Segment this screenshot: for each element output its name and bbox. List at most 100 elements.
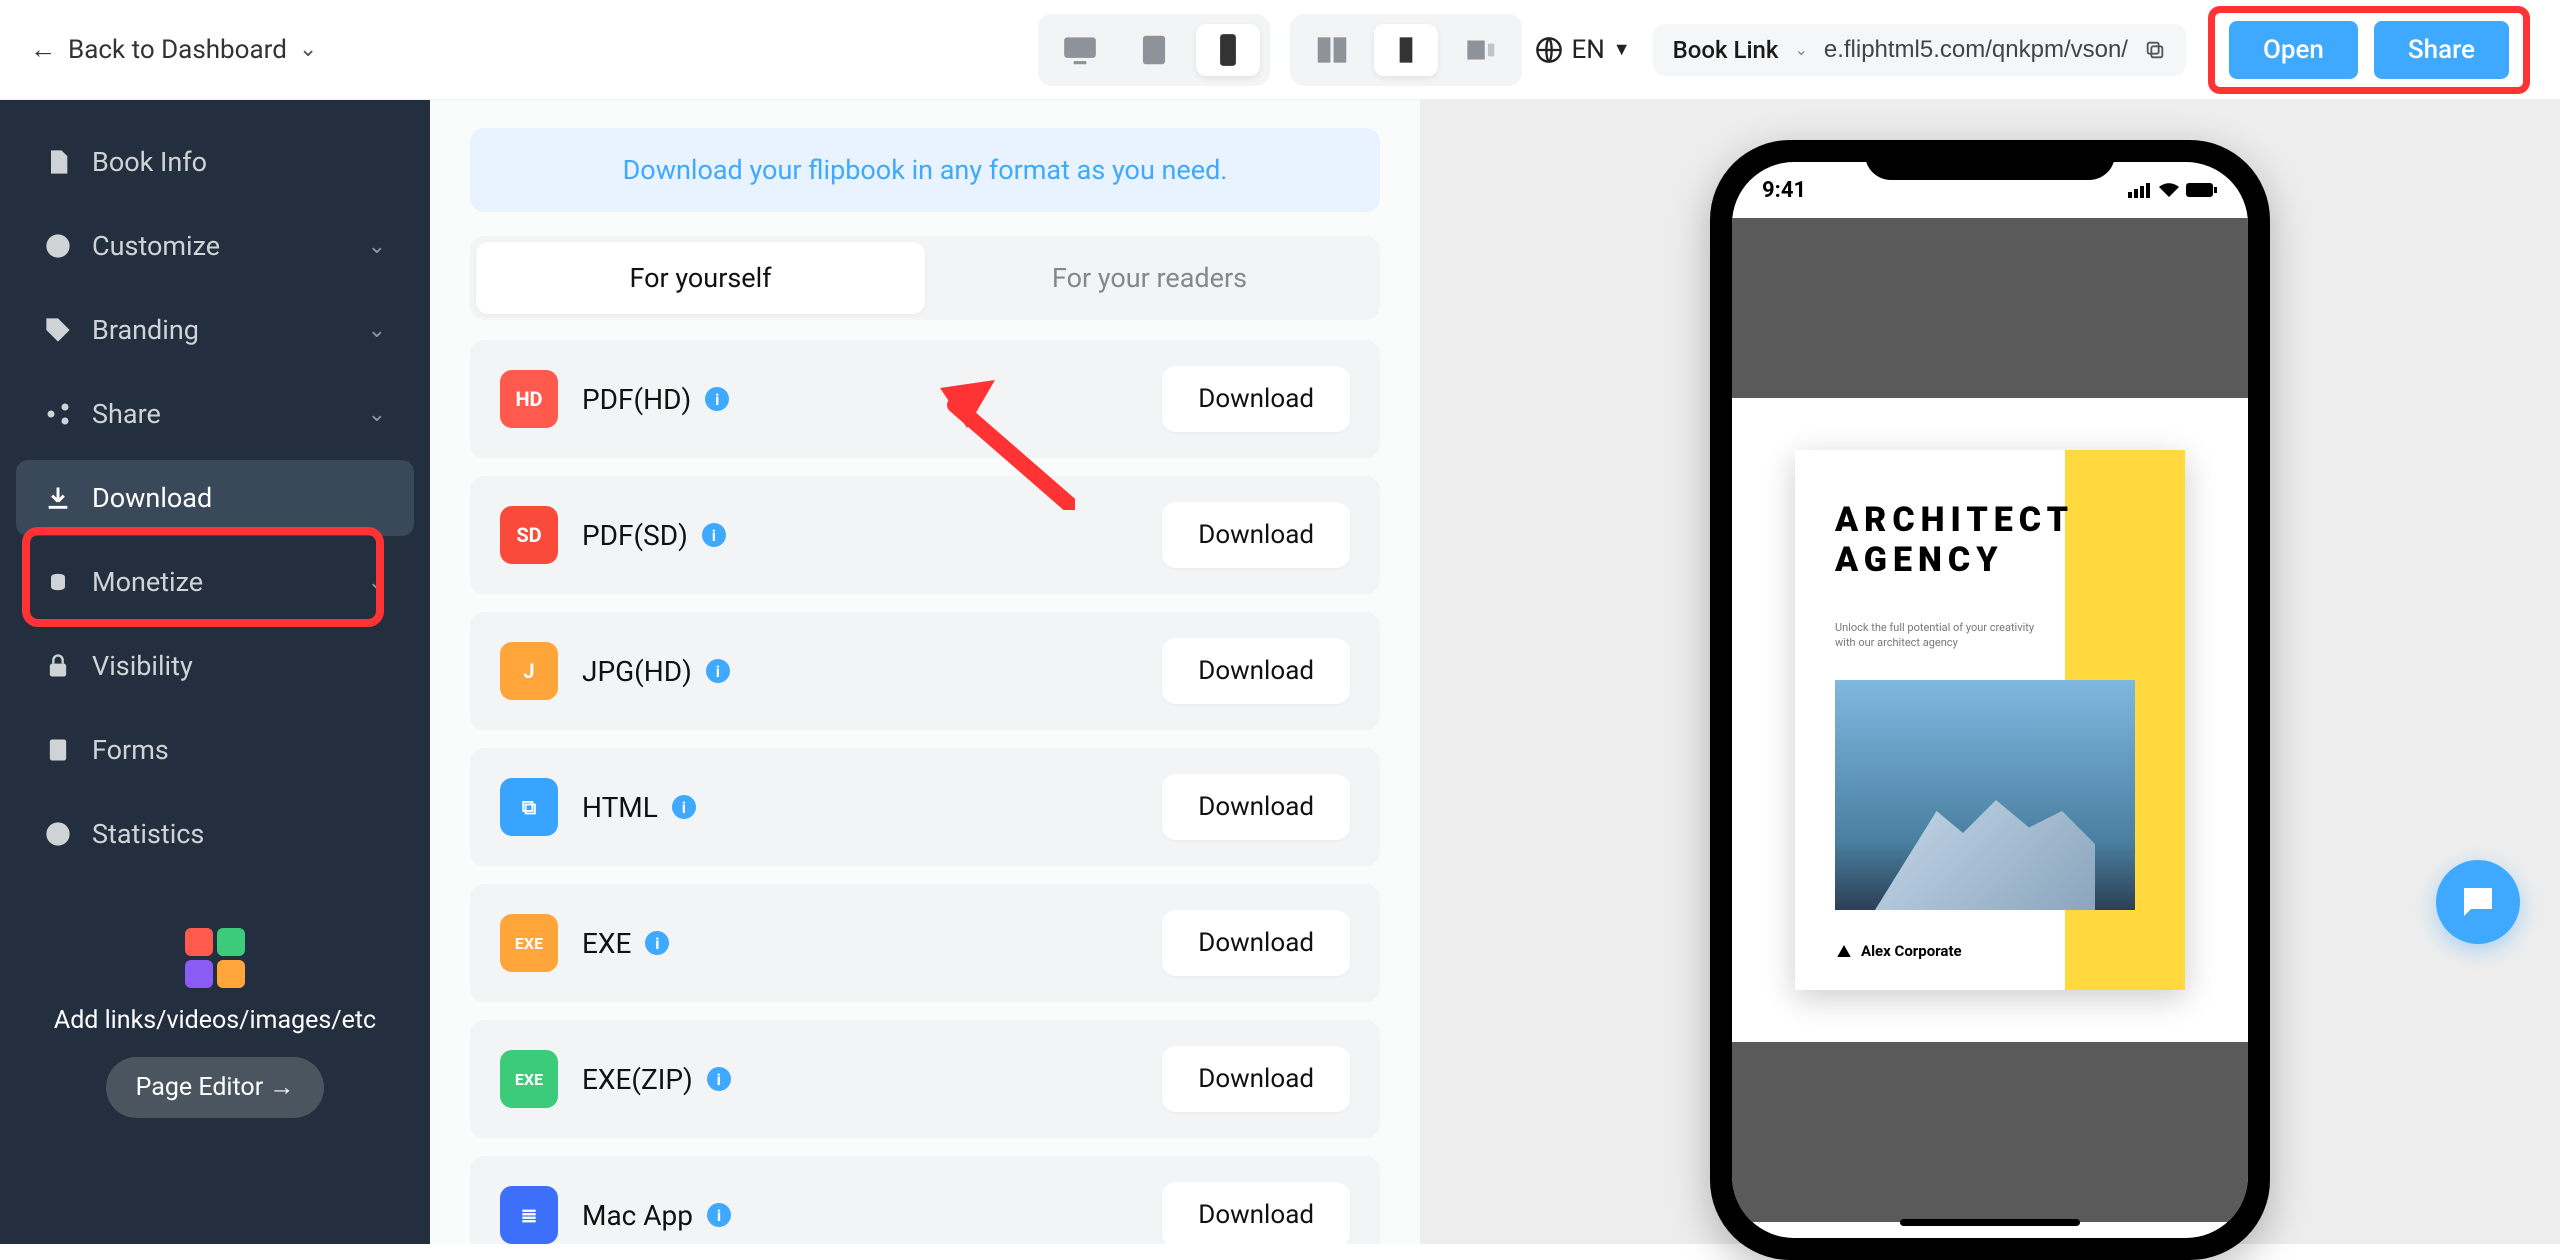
info-icon[interactable]: i — [672, 795, 696, 819]
format-label: EXE(ZIP) — [582, 1063, 693, 1096]
open-button[interactable]: Open — [2229, 21, 2358, 79]
sidebar-item-visibility[interactable]: Visibility — [16, 628, 414, 704]
sidebar-item-forms[interactable]: Forms — [16, 712, 414, 788]
chevron-down-icon: ⌄ — [368, 570, 386, 595]
chart-icon — [44, 820, 72, 848]
download-row-jpg-hd: J JPG(HD) i Download — [470, 612, 1380, 730]
phone-screen: 9:41 ARCHITECT AGENCY — [1732, 162, 2248, 1238]
format-label: EXE — [582, 927, 631, 960]
sidebar-item-label: Download — [92, 482, 212, 514]
double-page-button[interactable] — [1300, 24, 1364, 76]
mobile-view-button[interactable] — [1196, 24, 1260, 76]
book-link-label: Book Link — [1673, 36, 1779, 64]
language-label: EN — [1571, 35, 1604, 65]
info-icon[interactable]: i — [707, 1067, 731, 1091]
form-icon — [44, 736, 72, 764]
status-time: 9:41 — [1762, 178, 1806, 203]
tab-for-readers[interactable]: For your readers — [925, 242, 1374, 314]
slide-mode-button[interactable] — [1448, 24, 1512, 76]
sidebar-item-customize[interactable]: Customize ⌄ — [16, 208, 414, 284]
cover-subtitle: Unlock the full potential of your creati… — [1835, 620, 2035, 651]
sidebar-item-download[interactable]: Download — [16, 460, 414, 536]
download-button[interactable]: Download — [1162, 1046, 1350, 1112]
open-share-highlight: Open Share — [2208, 6, 2530, 94]
logo-icon — [1835, 942, 1853, 960]
copy-icon[interactable] — [2144, 39, 2166, 61]
home-indicator — [1900, 1219, 2080, 1226]
preview-book-area[interactable]: ARCHITECT AGENCY Unlock the full potenti… — [1732, 398, 2248, 1042]
download-panel: Download your flipbook in any format as … — [430, 100, 1420, 1244]
tablet-view-button[interactable] — [1122, 24, 1186, 76]
sidebar-item-label: Book Info — [92, 146, 207, 178]
promo-icons — [185, 928, 245, 988]
pdf-sd-icon: SD — [500, 506, 558, 564]
phone-notch — [1865, 140, 2115, 180]
exe-zip-icon: EXE — [500, 1050, 558, 1108]
money-icon — [44, 568, 72, 596]
wifi-icon — [2158, 182, 2180, 198]
signal-icon — [2128, 182, 2152, 198]
info-icon[interactable]: i — [707, 1203, 731, 1227]
jpg-hd-icon: J — [500, 642, 558, 700]
download-row-exe: EXE EXE i Download — [470, 884, 1380, 1002]
download-tabs: For yourself For your readers — [470, 236, 1380, 320]
chevron-down-icon: ⌄ — [1794, 40, 1807, 59]
page-editor-button[interactable]: Page Editor → — [106, 1057, 325, 1118]
download-button[interactable]: Download — [1162, 910, 1350, 976]
info-icon[interactable]: i — [705, 387, 729, 411]
info-icon[interactable]: i — [702, 523, 726, 547]
download-row-pdf-hd: HD PDF(HD) i Download — [470, 340, 1380, 458]
exe-icon: EXE — [500, 914, 558, 972]
download-row-exe-zip: EXE EXE(ZIP) i Download — [470, 1020, 1380, 1138]
tab-for-yourself[interactable]: For yourself — [476, 242, 925, 314]
sidebar-item-label: Customize — [92, 230, 220, 262]
chevron-down-icon: ▼ — [1613, 39, 1631, 60]
back-to-dashboard-link[interactable]: ← Back to Dashboard ⌄ — [30, 34, 317, 65]
pdf-hd-icon: HD — [500, 370, 558, 428]
book-link-url: e.fliphtml5.com/qnkpm/vson/ — [1824, 36, 2128, 64]
lock-icon — [44, 652, 72, 680]
single-page-button[interactable] — [1374, 24, 1438, 76]
download-row-pdf-sd: SD PDF(SD) i Download — [470, 476, 1380, 594]
info-icon[interactable]: i — [706, 659, 730, 683]
download-button[interactable]: Download — [1162, 1182, 1350, 1244]
back-arrow-icon: ← — [30, 34, 56, 65]
info-icon[interactable]: i — [645, 931, 669, 955]
share-button[interactable]: Share — [2374, 21, 2509, 79]
sidebar-item-book-info[interactable]: Book Info — [16, 124, 414, 200]
html-icon: ⧉ — [500, 778, 558, 836]
desktop-view-button[interactable] — [1048, 24, 1112, 76]
download-button[interactable]: Download — [1162, 366, 1350, 432]
cover-footer: Alex Corporate — [1835, 942, 1962, 960]
promo-text: Add links/videos/images/etc — [36, 1006, 394, 1035]
file-icon — [44, 148, 72, 176]
chat-support-button[interactable] — [2436, 860, 2520, 944]
tag-icon — [44, 316, 72, 344]
format-label: HTML — [582, 791, 658, 824]
preview-bottom-band — [1732, 1042, 2248, 1222]
chat-icon — [2457, 881, 2499, 923]
chevron-down-icon: ⌄ — [368, 402, 386, 427]
chevron-down-icon: ⌄ — [368, 318, 386, 343]
sidebar-item-label: Forms — [92, 734, 169, 766]
palette-icon — [44, 232, 72, 260]
sidebar-item-label: Monetize — [92, 566, 203, 598]
sidebar-item-label: Branding — [92, 314, 199, 346]
battery-icon — [2186, 182, 2218, 198]
sidebar-item-monetize[interactable]: Monetize ⌄ — [16, 544, 414, 620]
sidebar-item-statistics[interactable]: Statistics — [16, 796, 414, 872]
back-label: Back to Dashboard — [68, 35, 287, 65]
preview-top-band — [1732, 218, 2248, 398]
download-row-mac-app: ≣ Mac App i Download — [470, 1156, 1380, 1244]
download-button[interactable]: Download — [1162, 638, 1350, 704]
sidebar-item-branding[interactable]: Branding ⌄ — [16, 292, 414, 368]
page-mode-switcher — [1290, 14, 1522, 86]
sidebar-item-share[interactable]: Share ⌄ — [16, 376, 414, 452]
download-icon — [44, 484, 72, 512]
book-cover: ARCHITECT AGENCY Unlock the full potenti… — [1795, 450, 2185, 990]
language-selector[interactable]: EN ▼ — [1535, 35, 1630, 65]
download-info-banner: Download your flipbook in any format as … — [470, 128, 1380, 212]
book-link-field[interactable]: Book Link ⌄ e.fliphtml5.com/qnkpm/vson/ — [1653, 24, 2186, 76]
download-button[interactable]: Download — [1162, 774, 1350, 840]
download-button[interactable]: Download — [1162, 502, 1350, 568]
